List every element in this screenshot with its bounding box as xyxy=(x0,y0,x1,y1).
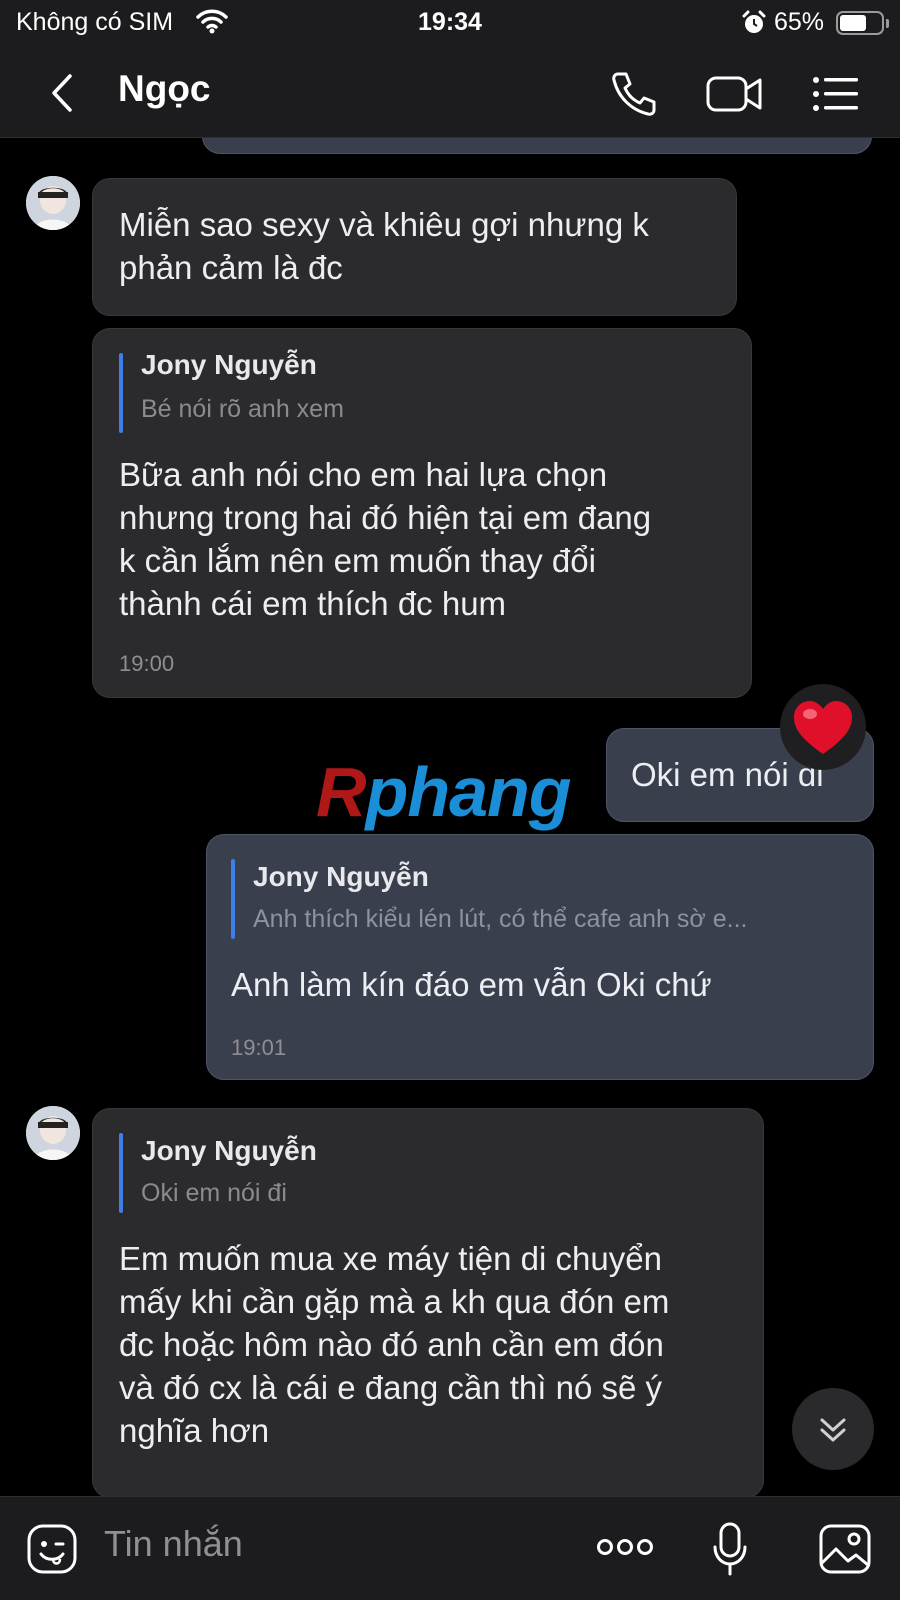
quote-text: Bé nói rõ anh xem xyxy=(141,395,344,423)
double-chevron-down-icon xyxy=(820,1418,846,1442)
message-text-line: phản cảm là đc xyxy=(119,249,343,286)
back-chevron-icon[interactable] xyxy=(40,70,86,116)
phone-icon[interactable] xyxy=(608,68,660,120)
avatar[interactable] xyxy=(26,176,80,230)
microphone-icon[interactable] xyxy=(712,1521,748,1582)
message-text-line: mấy khi cần gặp mà a kh qua đón em xyxy=(119,1283,670,1320)
battery-icon xyxy=(836,11,884,35)
message-timestamp: 19:00 xyxy=(119,651,175,676)
alarm-icon xyxy=(742,10,766,41)
message-timestamp: 19:01 xyxy=(231,1035,287,1060)
status-bar: Không có SIM 19:34 65% xyxy=(0,0,900,48)
watermark-logo: Rphang xyxy=(316,752,572,832)
battery-percent: 65% xyxy=(774,8,825,36)
sticker-face-icon[interactable] xyxy=(26,1523,78,1580)
message-text-line: thành cái em thích đc hum xyxy=(119,585,507,622)
menu-list-icon[interactable] xyxy=(810,68,862,120)
quote-author: Jony Nguyễn xyxy=(253,861,429,892)
quote-accent-bar xyxy=(119,1133,123,1213)
quote-text: Oki em nói đi xyxy=(141,1179,287,1207)
message-bubble-incoming[interactable]: Miễn sao sexy và khiêu gợi nhưng k phản … xyxy=(92,178,737,316)
more-dots-icon[interactable] xyxy=(596,1535,654,1564)
message-text-line: k cần lắm nên em muốn thay đổi xyxy=(119,542,596,579)
message-input[interactable]: Tin nhắn xyxy=(104,1523,243,1565)
watermark-text: phang xyxy=(365,753,572,831)
battery-tip xyxy=(886,19,889,28)
avatar[interactable] xyxy=(26,1106,80,1160)
message-text-line: Anh làm kín đáo em vẫn Oki chứ xyxy=(231,966,712,1003)
message-list[interactable]: Miễn sao sexy và khiêu gợi nhưng k phản … xyxy=(0,138,900,1496)
composer-bar: Tin nhắn xyxy=(0,1496,900,1600)
message-bubble-outgoing-partial[interactable] xyxy=(202,138,872,154)
video-camera-icon[interactable] xyxy=(705,68,765,120)
message-bubble-outgoing[interactable]: Jony Nguyễn Anh thích kiểu lén lút, có t… xyxy=(206,834,874,1080)
quote-author: Jony Nguyễn xyxy=(141,1135,317,1166)
message-text-line: Em muốn mua xe máy tiện di chuyển xyxy=(119,1240,662,1277)
message-text-line: nghĩa hơn xyxy=(119,1412,270,1449)
message-bubble-incoming[interactable]: Jony Nguyễn Bé nói rõ anh xem Bữa anh nó… xyxy=(92,328,752,698)
quote-accent-bar xyxy=(119,353,123,433)
message-text-line: Bữa anh nói cho em hai lựa chọn xyxy=(119,456,608,493)
quote-accent-bar xyxy=(231,859,235,939)
message-text-line: Miễn sao sexy và khiêu gợi nhưng k xyxy=(119,206,649,243)
contact-name[interactable]: Ngọc xyxy=(118,68,211,110)
message-text-line: đc hoặc hôm nào đó anh cần em đón xyxy=(119,1326,664,1363)
quote-text: Anh thích kiểu lén lút, có thể cafe anh … xyxy=(253,905,748,933)
chat-header: Ngọc xyxy=(0,48,900,138)
message-text-line: và đó cx là cái e đang cần thì nó sẽ ý xyxy=(119,1369,663,1406)
message-bubble-incoming[interactable]: Jony Nguyễn Oki em nói đi Em muốn mua xe… xyxy=(92,1108,764,1496)
message-text-line: nhưng trong hai đó hiện tại em đang xyxy=(119,499,652,536)
image-icon[interactable] xyxy=(818,1523,872,1580)
quote-author: Jony Nguyễn xyxy=(141,349,317,380)
heart-reaction-icon[interactable] xyxy=(780,684,866,770)
scroll-to-bottom-button[interactable] xyxy=(792,1388,874,1470)
watermark-initial: R xyxy=(316,753,367,831)
